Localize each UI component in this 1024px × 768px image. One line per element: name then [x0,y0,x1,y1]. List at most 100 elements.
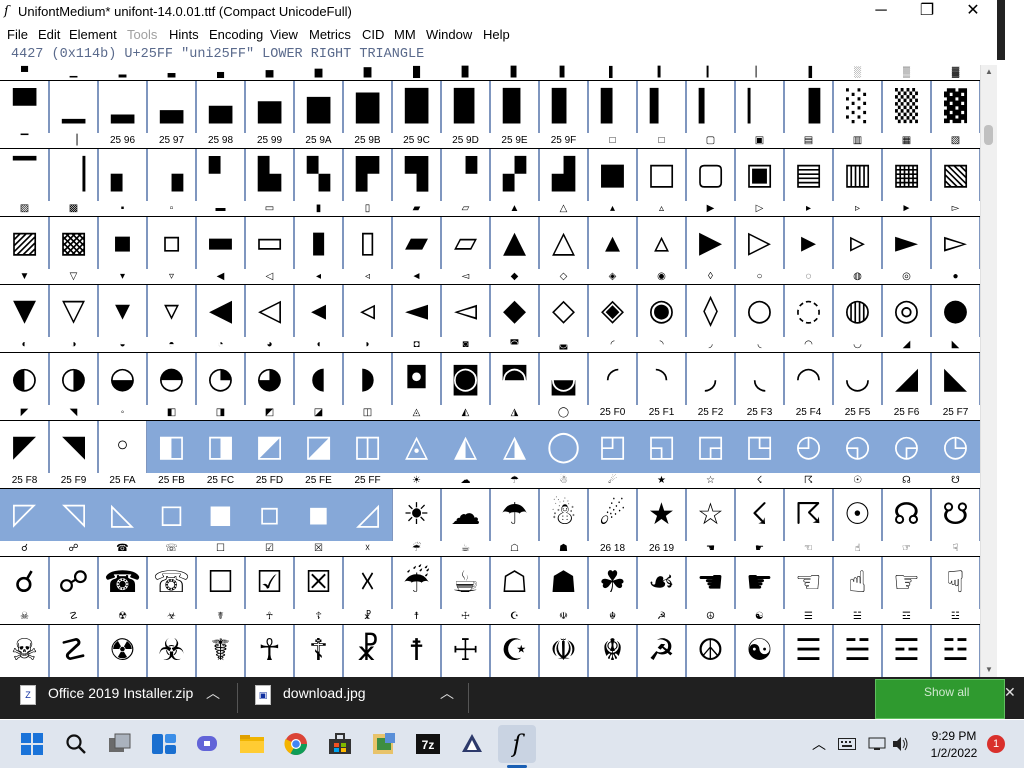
glyph-cell[interactable]: ▼ ▼ [0,269,49,337]
page-scrollbar[interactable] [997,0,1024,677]
glyph-cell[interactable]: ◗ ◗ [343,337,392,405]
glyph-cell[interactable]: 25 98 ▘ [196,133,245,201]
glyph-cell[interactable]: ▐ ▐ [784,65,833,133]
glyph-cell[interactable]: ☃ ☃ [539,473,588,541]
glyph-cell[interactable]: ☬ ☬ [588,609,637,677]
glyph-cell[interactable]: ▲ ▲ [490,201,539,269]
glyph-cell[interactable]: ▱ ▱ [441,201,490,269]
glyph-cell[interactable]: ◤ ◤ [0,405,49,473]
glyph-cell[interactable]: ▦ ▦ [882,133,931,201]
glyph-cell[interactable]: ☓ ☓ [343,541,392,609]
menu-view[interactable]: View [270,27,298,42]
glyph-cell[interactable]: ☏ ☏ [147,541,196,609]
glyph-cell[interactable]: 25 F9 ◹ [49,473,98,541]
glyph-cell[interactable]: ▔ ▔ [0,133,49,201]
glyph-cell[interactable]: ◪ ◪ [294,405,343,473]
glyph-cell[interactable]: ▰ ▰ [392,201,441,269]
glyph-cell[interactable]: ▎ ▎ [686,65,735,133]
glyph-cell[interactable]: ◐ ◐ [0,337,49,405]
glyph-cell[interactable]: 25 9D ▝ [441,133,490,201]
glyph-cell[interactable]: ► ► [882,201,931,269]
glyph-cell[interactable]: ☎ ☎ [98,541,147,609]
glyph-cell[interactable]: 25 F5 ◵ [833,405,882,473]
glyph-cell[interactable]: ◈ ◈ [588,269,637,337]
glyph-cell[interactable]: ☂ ☂ [490,473,539,541]
glyph-cell[interactable]: ▾ ▾ [98,269,147,337]
glyph-cell[interactable]: 25 F6 ◶ [882,405,931,473]
glyph-cell[interactable]: ▄ ▄ [196,65,245,133]
glyph-cell[interactable]: ◌ ◌ [784,269,833,337]
glyph-cell[interactable]: ☞ ☞ [882,541,931,609]
glyph-cell[interactable]: ☜ ☜ [784,541,833,609]
show-all-text[interactable]: Show all [924,685,969,699]
glyph-cell[interactable]: 25 97 ▗ [147,133,196,201]
glyph-cell[interactable]: ▽ ▽ [49,269,98,337]
menu-encoding[interactable]: Encoding [209,27,263,42]
glyph-cell[interactable]: ◫ ◫ [343,405,392,473]
glyph-cell[interactable]: ◔ ◔ [196,337,245,405]
glyph-cell[interactable]: ◦ ◦ [98,405,147,473]
glyph-cell[interactable]: ▸ ▸ [784,201,833,269]
glyph-cell[interactable]: ◮ ◮ [490,405,539,473]
download-item-jpg[interactable]: ▣ download.jpg ︿ [255,677,460,719]
app-icon[interactable] [368,728,400,760]
glyph-cell[interactable]: ☮ ☮ [686,609,735,677]
glyph-cell[interactable]: ☆ ☆ [686,473,735,541]
glyph-cell[interactable]: 25 F2 ◲ [686,405,735,473]
minimize-button[interactable]: ─ [858,0,904,24]
chevron-up-icon[interactable]: ︿ [206,683,220,703]
glyph-cell[interactable]: ▥ ▥ [833,133,882,201]
glyph-cell[interactable]: ◯ ◯ [539,405,588,473]
glyph-cell[interactable]: ▁ ▁ [49,65,98,133]
glyph-cell[interactable]: ☟ ☟ [931,541,980,609]
glyph-cell[interactable]: ◥ ◥ [49,405,98,473]
glyph-cell[interactable]: 25 F7 ◷ [931,405,980,473]
glyph-cell[interactable]: ☯ ☯ [735,609,784,677]
glyph-cell[interactable]: ▋ ▋ [539,65,588,133]
glyph-cell[interactable]: ◄ ◄ [392,269,441,337]
glyph-cell[interactable]: 25 FB ◻ [147,473,196,541]
glyph-cell[interactable]: ◁ ◁ [245,269,294,337]
glyph-cell[interactable]: ☳ ☳ [931,609,980,677]
glyph-cell[interactable]: ● ● [931,269,980,337]
glyph-cell[interactable]: 25 96 ▖ [98,133,147,201]
glyph-cell[interactable]: ◃ ◃ [343,269,392,337]
glyph-cell[interactable]: ☒ ☒ [294,541,343,609]
glyph-cell[interactable]: ▨ ▨ [0,201,49,269]
glyph-cell[interactable]: 25 9A ▚ [294,133,343,201]
chevron-up-icon[interactable]: ︿ [440,683,454,703]
chrome-icon[interactable] [280,728,312,760]
glyph-cell[interactable]: 25 FD ◽ [245,473,294,541]
glyph-cell[interactable]: ░ ░ [833,65,882,133]
glyph-cell[interactable]: ☢ ☢ [98,609,147,677]
glyph-cell[interactable]: ▪ ▪ [98,201,147,269]
glyph-cell[interactable]: ☔ ☔ [392,541,441,609]
search-icon[interactable] [60,728,92,760]
glyph-cell[interactable]: ☄ ☄ [588,473,637,541]
glyph-cell[interactable]: ☣ ☣ [147,609,196,677]
glyph-cell[interactable]: ▿ ▿ [147,269,196,337]
glyph-cell[interactable]: ☝ ☝ [833,541,882,609]
glyph-cell[interactable]: ◢ ◢ [882,337,931,405]
glyph-cell[interactable]: ☤ ☤ [196,609,245,677]
glyph-cell[interactable]: ☖ ☖ [490,541,539,609]
glyph-cell[interactable]: 25 9B ▛ [343,133,392,201]
glyph-cell[interactable]: ◍ ◍ [833,269,882,337]
glyph-cell[interactable]: ☲ ☲ [882,609,931,677]
glyph-cell[interactable]: ◊ ◊ [686,269,735,337]
glyph-cell[interactable]: 25 FF ◿ [343,473,392,541]
glyph-cell[interactable]: ◙ ◙ [441,337,490,405]
glyph-cell[interactable]: ☩ ☩ [441,609,490,677]
glyph-cell[interactable]: ▀ ▀ [0,65,49,133]
glyph-cell[interactable]: ◨ ◨ [196,405,245,473]
menu-window[interactable]: Window [426,27,472,42]
glyph-cell[interactable]: ▉ ▉ [441,65,490,133]
scroll-up-arrow-icon[interactable]: ▲ [983,67,995,77]
glyph-cell[interactable]: ◎ ◎ [882,269,931,337]
glyph-cell[interactable]: △ △ [539,201,588,269]
glyph-cell[interactable]: ☨ ☨ [392,609,441,677]
glyph-cell[interactable]: 25 F3 ◳ [735,405,784,473]
glyph-cell[interactable]: ◀ ◀ [196,269,245,337]
glyph-cell[interactable]: ☠ ☠ [0,609,49,677]
glyph-cell[interactable]: ▃ ▃ [147,65,196,133]
